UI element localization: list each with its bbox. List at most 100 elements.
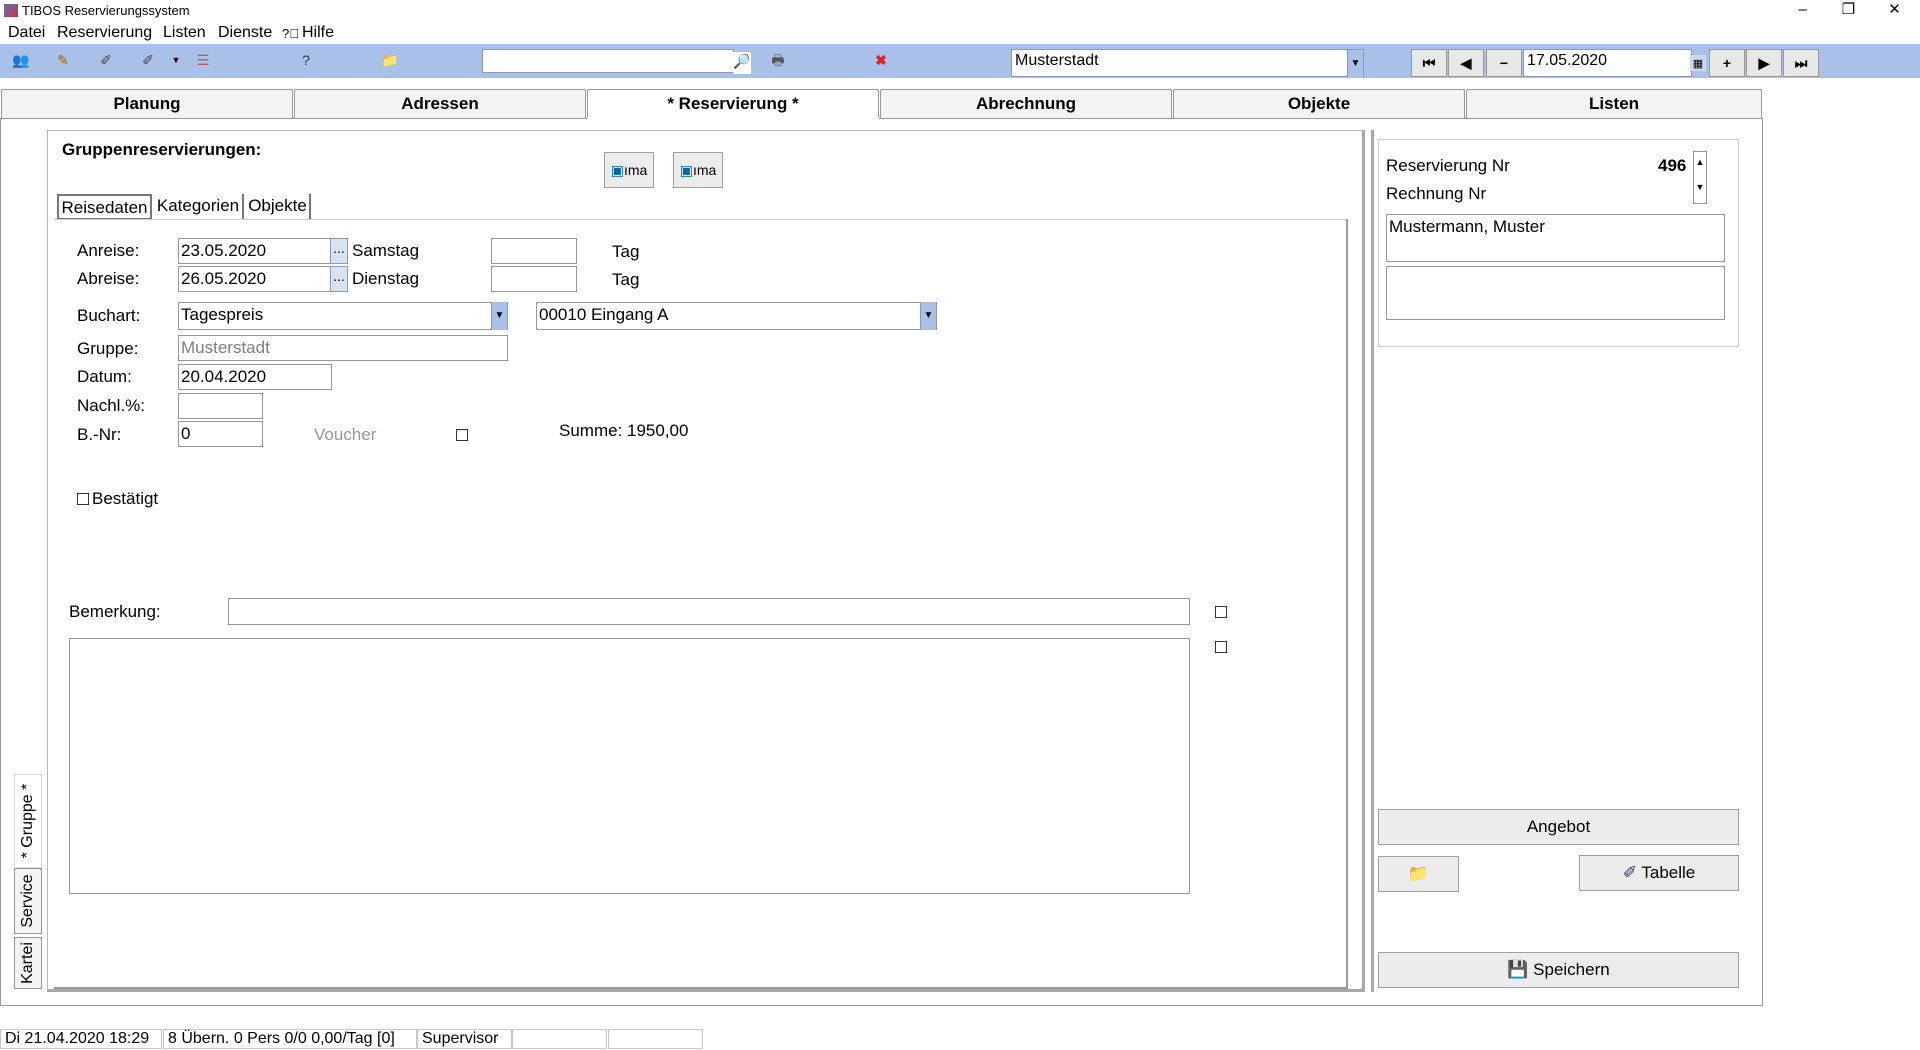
anreise-input[interactable]: 23.05.2020: [178, 238, 332, 264]
bnr-input[interactable]: 0: [178, 421, 263, 447]
nr-spinner[interactable]: ▲ ▼: [1693, 151, 1707, 204]
abreise-weekday: Dienstag: [352, 269, 420, 288]
subtab-kategorien[interactable]: Kategorien: [154, 194, 244, 220]
notes-textarea[interactable]: [69, 638, 1190, 894]
document-dropdown-icon[interactable]: ✐: [139, 51, 157, 69]
notes-box[interactable]: [1386, 266, 1725, 320]
search-icon[interactable]: 🔎: [733, 52, 751, 74]
address-box[interactable]: Mustermann, Muster: [1386, 214, 1725, 262]
plus-button[interactable]: +: [1709, 49, 1745, 77]
minus-button[interactable]: −: [1486, 49, 1522, 77]
bnr-label: B.-Nr:: [77, 425, 122, 444]
menu-bar: Datei Reservierung Listen Dienste ?⃝ Hil…: [0, 22, 1920, 44]
last-button[interactable]: ⏭: [1783, 49, 1819, 77]
users-icon[interactable]: 👥: [12, 51, 30, 69]
list-icon[interactable]: ☰: [194, 51, 212, 69]
tab-reservierung[interactable]: * Reservierung *: [587, 89, 879, 119]
folder-icon: 📁: [1407, 864, 1430, 883]
abreise-label: Abreise:: [77, 269, 140, 288]
reservierung-nr-value: 496: [1658, 156, 1687, 175]
tabelle-button[interactable]: ✐ Tabelle: [1579, 855, 1739, 891]
help-icon: ?⃝: [282, 26, 299, 41]
date-input[interactable]: 17.05.2020: [1523, 49, 1692, 77]
nachlass-input[interactable]: [178, 393, 263, 419]
toolbar: 👥 ✎ ✐ ✐ ▼ ☰ ? 📁 🔎 🖶 ✖ Musterstadt ▼ ⏮ ◀ …: [0, 44, 1920, 78]
tab-adressen[interactable]: Adressen: [294, 89, 586, 119]
anreise-label: Anreise:: [77, 241, 140, 260]
bemerkung-checkbox[interactable]: [1215, 606, 1227, 618]
calendar-icon[interactable]: ▦: [1690, 55, 1706, 71]
edit-icon: ✐: [1622, 863, 1642, 882]
minimize-button[interactable]: –: [1780, 0, 1825, 22]
tab-planung[interactable]: Planung: [1, 89, 293, 119]
speichern-button[interactable]: 💾 Speichern: [1378, 952, 1739, 988]
folder-icon[interactable]: 📁: [381, 51, 399, 69]
status-cell-4: [512, 1029, 607, 1049]
menu-listen[interactable]: Listen: [163, 24, 206, 42]
subtab-reisedaten[interactable]: Reisedaten: [57, 194, 152, 220]
abreise-picker-button[interactable]: ...: [330, 266, 348, 292]
prev-button[interactable]: ◀: [1448, 49, 1484, 77]
app-icon: [4, 4, 18, 17]
eingang-select[interactable]: 00010 Eingang A: [536, 302, 937, 330]
delete-icon[interactable]: ✖: [872, 51, 890, 69]
menu-datei[interactable]: Datei: [8, 24, 45, 42]
sidetab-service[interactable]: Service: [14, 868, 42, 934]
datum-input[interactable]: 20.04.2020: [178, 364, 332, 390]
folder-button[interactable]: 📁: [1378, 856, 1459, 892]
window-title: TIBOS Reservierungssystem: [22, 3, 190, 18]
chevron-down-icon[interactable]: ▼: [920, 302, 936, 330]
edit-document-icon[interactable]: ✐: [97, 51, 115, 69]
subtab-objekte[interactable]: Objekte: [246, 194, 311, 220]
panel-divider: [1371, 130, 1374, 992]
sidetab-gruppe[interactable]: * Gruppe *: [14, 774, 42, 868]
chevron-down-icon[interactable]: ▼: [491, 302, 507, 330]
help-circle-icon[interactable]: ?: [297, 51, 315, 69]
tab-abrechnung[interactable]: Abrechnung: [880, 89, 1172, 119]
close-button[interactable]: ✕: [1872, 0, 1917, 22]
notes-checkbox[interactable]: [1215, 641, 1227, 653]
pencil-icon[interactable]: ✎: [54, 51, 72, 69]
voucher-checkbox[interactable]: [456, 429, 468, 441]
sidetab-kartei[interactable]: Kartei: [14, 937, 42, 989]
menu-reservierung[interactable]: Reservierung: [57, 24, 152, 42]
next-button[interactable]: ▶: [1746, 49, 1782, 77]
bestaetigt-label: Bestätigt: [92, 489, 159, 508]
anreise-weekday: Samstag: [352, 241, 420, 260]
abreise-input[interactable]: 26.05.2020: [178, 266, 332, 292]
buchart-select[interactable]: Tagespreis: [178, 302, 508, 330]
restore-button[interactable]: ❐: [1826, 0, 1871, 22]
voucher-label: Voucher: [314, 425, 377, 444]
status-cell-5: [608, 1029, 703, 1049]
abreise-tag-label: Tag: [612, 270, 640, 289]
gruppe-input[interactable]: Musterstadt: [178, 335, 508, 361]
bemerkung-input[interactable]: [228, 598, 1190, 625]
search-input[interactable]: [482, 49, 734, 73]
angebot-button[interactable]: Angebot: [1378, 809, 1739, 845]
tab-objekte[interactable]: Objekte: [1173, 89, 1465, 119]
image-button-2[interactable]: ▣ıma: [673, 152, 723, 188]
chevron-up-icon[interactable]: ▲: [1694, 152, 1706, 172]
tab-listen[interactable]: Listen: [1466, 89, 1762, 119]
status-user: Supervisor: [417, 1029, 512, 1049]
abreise-tag-input[interactable]: [491, 266, 577, 292]
chevron-down-icon[interactable]: ▼: [1347, 50, 1363, 78]
image-button-1[interactable]: ▣ıma: [604, 152, 654, 188]
printer-icon[interactable]: 🖶: [769, 51, 787, 69]
image-icon: ▣: [679, 162, 693, 178]
anreise-tag-input[interactable]: [491, 238, 577, 264]
nachlass-label: Nachl.%:: [77, 396, 146, 415]
chevron-down-icon[interactable]: ▼: [167, 51, 185, 69]
menu-dienste[interactable]: Dienste: [218, 24, 272, 42]
anreise-picker-button[interactable]: ...: [330, 238, 348, 264]
location-select[interactable]: Musterstadt: [1011, 49, 1364, 77]
active-tab-gap: [587, 117, 879, 120]
menu-hilfe[interactable]: Hilfe: [302, 24, 334, 42]
title-bar: TIBOS Reservierungssystem – ❐ ✕: [0, 0, 1920, 22]
gruppe-label: Gruppe:: [77, 339, 139, 358]
chevron-down-icon[interactable]: ▼: [1694, 172, 1706, 202]
bestaetigt-checkbox[interactable]: [77, 493, 89, 505]
first-button[interactable]: ⏮: [1411, 49, 1447, 77]
group-heading: Gruppenreservierungen:: [62, 140, 262, 159]
status-info: 8 Übern. 0 Pers 0/0 0,00/Tag [0]: [163, 1029, 417, 1049]
